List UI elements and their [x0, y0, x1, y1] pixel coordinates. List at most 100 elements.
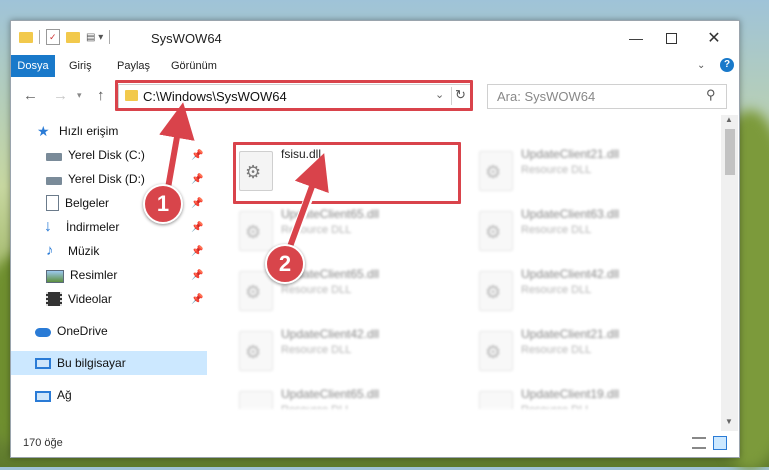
- sidebar-item-onedrive[interactable]: OneDrive: [11, 319, 207, 343]
- status-bar: 170 öğe: [11, 431, 739, 456]
- file-type: Resource DLL: [521, 344, 592, 356]
- file-item[interactable]: UpdateClient65.dll Resource DLL: [233, 383, 453, 409]
- dll-file-icon: ⚙: [479, 331, 513, 371]
- window-title: SysWOW64: [151, 31, 222, 46]
- dll-file-icon: ⚙: [239, 271, 273, 311]
- sidebar-item-quick-access[interactable]: ★ Hızlı erişim: [11, 119, 207, 143]
- file-item[interactable]: ⚙ UpdateClient63.dll Resource DLL: [473, 203, 693, 259]
- details-view-icon[interactable]: [692, 437, 706, 449]
- file-item[interactable]: ⚙ UpdateClient42.dll Resource DLL: [233, 323, 453, 379]
- file-name: UpdateClient42.dll: [281, 327, 380, 341]
- dll-file-icon: ⚙: [239, 211, 273, 251]
- drive-icon: [46, 177, 62, 185]
- sidebar-item-label: Ağ: [57, 388, 72, 402]
- file-name: UpdateClient63.dll: [521, 207, 620, 221]
- sidebar-item-label: Videolar: [68, 292, 112, 306]
- sidebar-item-pictures[interactable]: Resimler 📌: [11, 263, 207, 287]
- forward-arrow-icon[interactable]: →: [53, 87, 68, 104]
- separator: [39, 30, 40, 44]
- pin-icon: 📌: [191, 197, 204, 209]
- large-icons-view-icon[interactable]: [713, 436, 727, 450]
- step-2-badge: 2: [265, 244, 305, 284]
- back-arrow-icon[interactable]: ←: [23, 87, 38, 104]
- file-type: Resource DLL: [521, 284, 592, 296]
- minimize-button[interactable]: —: [621, 27, 651, 49]
- tab-gorunum[interactable]: Görünüm: [163, 55, 225, 77]
- pin-icon: 📌: [191, 293, 204, 305]
- tab-giris[interactable]: Giriş: [61, 55, 100, 77]
- sidebar-item-label: Belgeler: [65, 196, 110, 210]
- sidebar-item-label: İndirmeler: [66, 220, 120, 234]
- file-type: Resource DLL: [521, 224, 592, 236]
- sidebar-item-music[interactable]: ♪ Müzik 📌: [11, 239, 207, 263]
- sidebar-item-label: Müzik: [68, 244, 100, 258]
- pin-icon: 📌: [191, 269, 204, 281]
- dll-file-icon: ⚙: [479, 271, 513, 311]
- sidebar-item-local-disk-d[interactable]: Yerel Disk (D:) 📌: [11, 167, 207, 191]
- computer-icon: [35, 358, 51, 369]
- item-count: 170 öğe: [23, 437, 63, 449]
- search-placeholder: Ara: SysWOW64: [497, 89, 596, 104]
- pin-icon: 📌: [191, 173, 204, 185]
- file-name: UpdateClient19.dll: [521, 387, 620, 401]
- ribbon: Dosya Giriş Paylaş Görünüm ⌄ ?: [11, 55, 739, 78]
- file-item[interactable]: UpdateClient19.dll Resource DLL: [473, 383, 693, 409]
- properties-icon[interactable]: ✓: [46, 29, 60, 45]
- tab-paylas[interactable]: Paylaş: [109, 55, 158, 77]
- address-highlight-box: [115, 80, 473, 111]
- pin-icon: 📌: [191, 221, 204, 233]
- file-type: Resource DLL: [281, 224, 352, 236]
- download-icon: ↓: [44, 218, 52, 235]
- sidebar-item-network[interactable]: Ağ: [11, 383, 207, 407]
- sidebar-item-this-pc[interactable]: Bu bilgisayar: [11, 351, 207, 375]
- star-icon: ★: [37, 123, 50, 139]
- vertical-scrollbar[interactable]: ▲ ▼: [721, 115, 738, 431]
- file-type: Resource DLL: [521, 404, 591, 409]
- explorer-window: ✓ ▤ ▾ SysWOW64 — ✕ Dosya Giriş Paylaş Gö…: [10, 20, 740, 458]
- up-arrow-icon[interactable]: ↑: [97, 87, 105, 104]
- sidebar-item-label: Yerel Disk (C:): [68, 148, 145, 162]
- file-item[interactable]: ⚙ UpdateClient42.dll Resource DLL: [473, 263, 693, 319]
- sidebar-item-local-disk-c[interactable]: Yerel Disk (C:) 📌: [11, 143, 207, 167]
- quick-access-toolbar: ✓ ▤ ▾: [19, 29, 111, 45]
- drive-icon: [46, 153, 62, 161]
- sidebar-item-label: Hızlı erişim: [59, 124, 119, 138]
- file-name: UpdateClient65.dll: [281, 387, 380, 401]
- dll-file-icon: [479, 391, 513, 409]
- file-item[interactable]: ⚙ UpdateClient65.dll Resource DLL: [233, 203, 453, 259]
- pictures-icon: [46, 269, 64, 283]
- customize-toolbar-icon[interactable]: ▤ ▾: [86, 32, 103, 43]
- scroll-down-icon[interactable]: ▼: [725, 417, 733, 426]
- scrollbar-thumb[interactable]: [725, 129, 735, 175]
- file-item[interactable]: ⚙ UpdateClient21.dll Resource DLL: [473, 143, 693, 199]
- tab-dosya[interactable]: Dosya: [11, 55, 55, 77]
- network-icon: [35, 390, 51, 402]
- separator: [109, 30, 111, 44]
- file-type: Resource DLL: [281, 284, 352, 296]
- file-name: UpdateClient42.dll: [521, 267, 620, 281]
- scroll-up-icon[interactable]: ▲: [725, 115, 733, 124]
- file-name: UpdateClient21.dll: [521, 147, 620, 161]
- file-type: Resource DLL: [281, 344, 352, 356]
- dll-file-icon: ⚙: [479, 151, 513, 191]
- pin-icon: 📌: [191, 245, 204, 257]
- dll-file-icon: ⚙: [239, 331, 273, 371]
- sidebar-item-label: Resimler: [70, 268, 118, 282]
- title-bar: ✓ ▤ ▾ SysWOW64 — ✕: [11, 21, 739, 55]
- file-item[interactable]: ⚙ UpdateClient21.dll Resource DLL: [473, 323, 693, 379]
- sidebar-item-videos[interactable]: Videolar 📌: [11, 287, 207, 311]
- recent-locations-icon[interactable]: ▾: [77, 90, 82, 101]
- search-input[interactable]: Ara: SysWOW64 ⚲: [487, 84, 727, 109]
- step-1-badge: 1: [143, 184, 183, 224]
- navigation-bar: ← → ▾ ↑ C:\Windows\SysWOW64 ⌄ ↻ Ara: Sys…: [11, 77, 739, 115]
- expand-ribbon-icon[interactable]: ⌄: [697, 60, 705, 71]
- file-type: Resource DLL: [521, 164, 592, 176]
- sidebar-item-downloads[interactable]: ↓ İndirmeler 📌: [11, 215, 207, 239]
- navigation-pane: ★ Hızlı erişim Yerel Disk (C:) 📌 Yerel D…: [11, 115, 207, 409]
- maximize-button[interactable]: [656, 27, 686, 49]
- close-button[interactable]: ✕: [699, 27, 729, 49]
- folder-icon: [19, 31, 33, 43]
- document-icon: [46, 195, 59, 211]
- help-icon[interactable]: ?: [720, 58, 734, 72]
- new-folder-icon[interactable]: [66, 31, 80, 43]
